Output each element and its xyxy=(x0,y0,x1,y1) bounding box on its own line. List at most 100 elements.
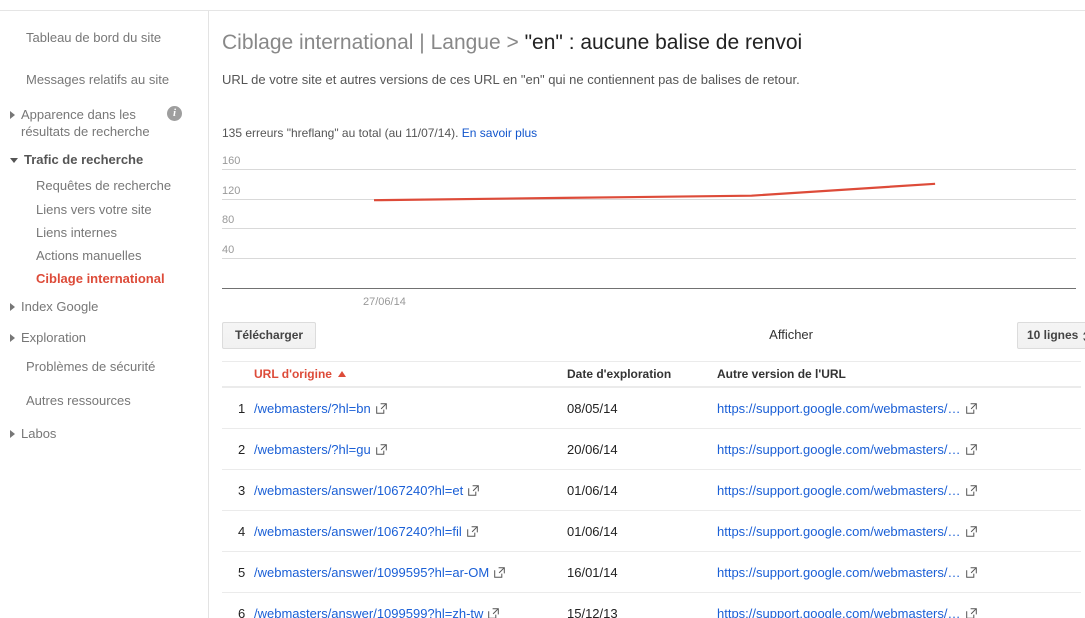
other-url-cell: https://support.google.com/webmasters/… xyxy=(717,483,1081,498)
sidebar-item-ciblage-international[interactable]: Ciblage international xyxy=(0,270,208,287)
sidebar-item-label: Trafic de recherche xyxy=(24,152,144,167)
other-url-link[interactable]: https://support.google.com/webmasters/… xyxy=(717,565,961,580)
row-index: 3 xyxy=(238,482,246,498)
chevron-right-icon[interactable] xyxy=(10,334,15,342)
rows-per-page-label: Afficher xyxy=(769,327,813,342)
row-index: 4 xyxy=(238,523,246,539)
table-header-row: URL d'origine Date d'exploration Autre ver… xyxy=(222,361,1081,387)
info-icon[interactable]: i xyxy=(167,106,182,121)
chart-caption-text: 135 erreurs "hreflang" au total (au 11/0… xyxy=(222,126,459,140)
other-url-link[interactable]: https://support.google.com/webmasters/… xyxy=(717,483,961,498)
origin-url-link[interactable]: /webmasters/?hl=gu xyxy=(254,442,371,457)
external-link-icon[interactable] xyxy=(375,402,387,414)
sidebar-item-label: Index Google xyxy=(21,299,99,314)
download-button[interactable]: Télécharger xyxy=(222,322,317,349)
chevron-right-icon[interactable] xyxy=(10,303,15,311)
main-content: Ciblage international | Langue > "en" : … xyxy=(209,11,1085,618)
external-link-icon[interactable] xyxy=(468,484,480,496)
other-url-link[interactable]: https://support.google.com/webmasters/… xyxy=(717,442,961,457)
external-link-icon[interactable] xyxy=(965,566,977,578)
external-link-icon[interactable] xyxy=(965,402,977,414)
crawl-date-cell: 16/01/14 xyxy=(567,564,618,580)
learn-more-link[interactable]: En savoir plus xyxy=(462,126,537,140)
sidebar-item-label: Apparence dans les résultats de recherch… xyxy=(21,107,150,139)
origin-url-link[interactable]: /webmasters/answer/1067240?hl=et xyxy=(254,483,463,498)
chevron-down-icon[interactable] xyxy=(10,158,18,163)
origin-url-link[interactable]: /webmasters/answer/1099599?hl=zh-tw xyxy=(254,606,483,618)
crawl-date-cell: 15/12/13 xyxy=(567,605,618,618)
rows-per-page-value: 10 lignes xyxy=(1027,328,1079,342)
external-link-icon[interactable] xyxy=(965,607,977,618)
sidebar-item-label: Ciblage international xyxy=(36,271,165,286)
row-index: 5 xyxy=(238,564,246,580)
external-link-icon[interactable] xyxy=(965,525,977,537)
origin-url-cell: /webmasters/answer/1067240?hl=et xyxy=(254,483,567,498)
origin-url-cell: /webmasters/answer/1099599?hl=zh-tw xyxy=(254,606,567,618)
sidebar-item-label: Actions manuelles xyxy=(36,248,142,263)
row-index: 1 xyxy=(238,400,246,416)
table-row: 1/webmasters/?hl=bn 08/05/14 https://suppo… xyxy=(222,387,1081,428)
other-url-link[interactable]: https://support.google.com/webmasters/… xyxy=(717,401,961,416)
other-url-link[interactable]: https://support.google.com/webmasters/… xyxy=(717,524,961,539)
external-link-icon[interactable] xyxy=(494,566,506,578)
sidebar-item-requ-tes-de-recherche[interactable]: Requêtes de recherche xyxy=(0,177,208,194)
sidebar-item-liens-internes[interactable]: Liens internes xyxy=(0,224,208,241)
sidebar-item-liens-vers-votre-site[interactable]: Liens vers votre site xyxy=(0,201,208,218)
sort-ascending-icon xyxy=(337,371,346,377)
column-header-other-url[interactable]: Autre version de l'URL xyxy=(717,367,1081,381)
sidebar-item-label: Liens internes xyxy=(36,225,117,240)
crawl-date-cell: 01/06/14 xyxy=(567,482,618,498)
sidebar-item-trafic-de-recherche[interactable]: Trafic de recherche xyxy=(0,151,208,168)
external-link-icon[interactable] xyxy=(965,484,977,496)
origin-url-cell: /webmasters/?hl=gu xyxy=(254,442,567,457)
origin-url-cell: /webmasters/answer/1099595?hl=ar-OM xyxy=(254,565,567,580)
chart-series-line xyxy=(373,182,936,202)
chevron-right-icon[interactable] xyxy=(10,430,15,438)
table-row: 3/webmasters/answer/1067240?hl=et 01/06/1… xyxy=(222,469,1081,510)
external-link-icon[interactable] xyxy=(466,525,478,537)
other-url-cell: https://support.google.com/webmasters/… xyxy=(717,401,1081,416)
crawl-date-cell: 20/06/14 xyxy=(567,441,618,457)
other-url-link[interactable]: https://support.google.com/webmasters/… xyxy=(717,606,961,618)
external-link-icon[interactable] xyxy=(375,443,387,455)
origin-url-link[interactable]: /webmasters/?hl=bn xyxy=(254,401,371,416)
other-url-cell: https://support.google.com/webmasters/… xyxy=(717,524,1081,539)
sidebar-item-probl-mes-de-s-curit[interactable]: Problèmes de sécurité xyxy=(0,358,208,375)
crawl-date-cell: 08/05/14 xyxy=(567,400,618,416)
table-row: 2/webmasters/?hl=gu 20/06/14 https://suppo… xyxy=(222,428,1081,469)
origin-url-link[interactable]: /webmasters/answer/1067240?hl=fil xyxy=(254,524,462,539)
chart-caption: 135 erreurs "hreflang" au total (au 11/0… xyxy=(222,126,537,140)
external-link-icon[interactable] xyxy=(488,607,500,618)
sidebar-item-label: Autres ressources xyxy=(26,393,131,408)
sidebar-item-label: Problèmes de sécurité xyxy=(26,359,156,374)
sidebar-item-actions-manuelles[interactable]: Actions manuelles xyxy=(0,247,208,264)
sidebar-item-labos[interactable]: Labos xyxy=(0,425,208,442)
column-header-origin-url[interactable]: URL d'origine xyxy=(254,367,567,381)
sidebar-item-label: Labos xyxy=(21,426,57,441)
page-title-emphasis: "en" : aucune balise de renvoi xyxy=(524,31,803,54)
rows-per-page-select[interactable]: 10 lignes xyxy=(1017,322,1085,349)
sidebar-item-label: Messages relatifs au site xyxy=(26,72,170,87)
sidebar-item-index-google[interactable]: Index Google xyxy=(0,298,208,315)
external-link-icon[interactable] xyxy=(965,443,977,455)
sidebar-item-autres-ressources[interactable]: Autres ressources xyxy=(0,392,208,409)
sidebar-item-messages-relatifs-au-site[interactable]: Messages relatifs au site xyxy=(0,71,208,88)
chevron-right-icon[interactable] xyxy=(10,111,15,119)
origin-url-cell: /webmasters/?hl=bn xyxy=(254,401,567,416)
origin-url-link[interactable]: /webmasters/answer/1099595?hl=ar-OM xyxy=(254,565,489,580)
page-subtitle: URL de votre site et autres versions de … xyxy=(222,72,800,87)
sidebar-item-tableau-de-bord-du-site[interactable]: Tableau de bord du site xyxy=(0,29,208,46)
hreflang-errors-chart: 160 120 80 40 27/06/14 xyxy=(222,148,1076,313)
hreflang-errors-table: URL d'origine Date d'exploration Autre ver… xyxy=(222,361,1081,618)
table-row: 5/webmasters/answer/1099595?hl=ar-OM 16/0… xyxy=(222,551,1081,592)
page-title: Ciblage international | Langue > "en" : … xyxy=(222,31,802,55)
row-index: 2 xyxy=(238,441,246,457)
sidebar-item-exploration[interactable]: Exploration xyxy=(0,329,208,346)
other-url-cell: https://support.google.com/webmasters/… xyxy=(717,606,1081,618)
other-url-cell: https://support.google.com/webmasters/… xyxy=(717,565,1081,580)
sidebar-item-apparence-dans-les-r-sultats-de-recherche[interactable]: Apparence dans les résultats de recherch… xyxy=(0,106,208,140)
sidebar-item-label: Liens vers votre site xyxy=(36,202,152,217)
column-header-origin-url-label: URL d'origine xyxy=(254,367,332,381)
search-console-page: Tableau de bord du site Messages relatifs… xyxy=(0,0,1085,618)
column-header-crawl-date[interactable]: Date d'exploration xyxy=(567,367,717,381)
